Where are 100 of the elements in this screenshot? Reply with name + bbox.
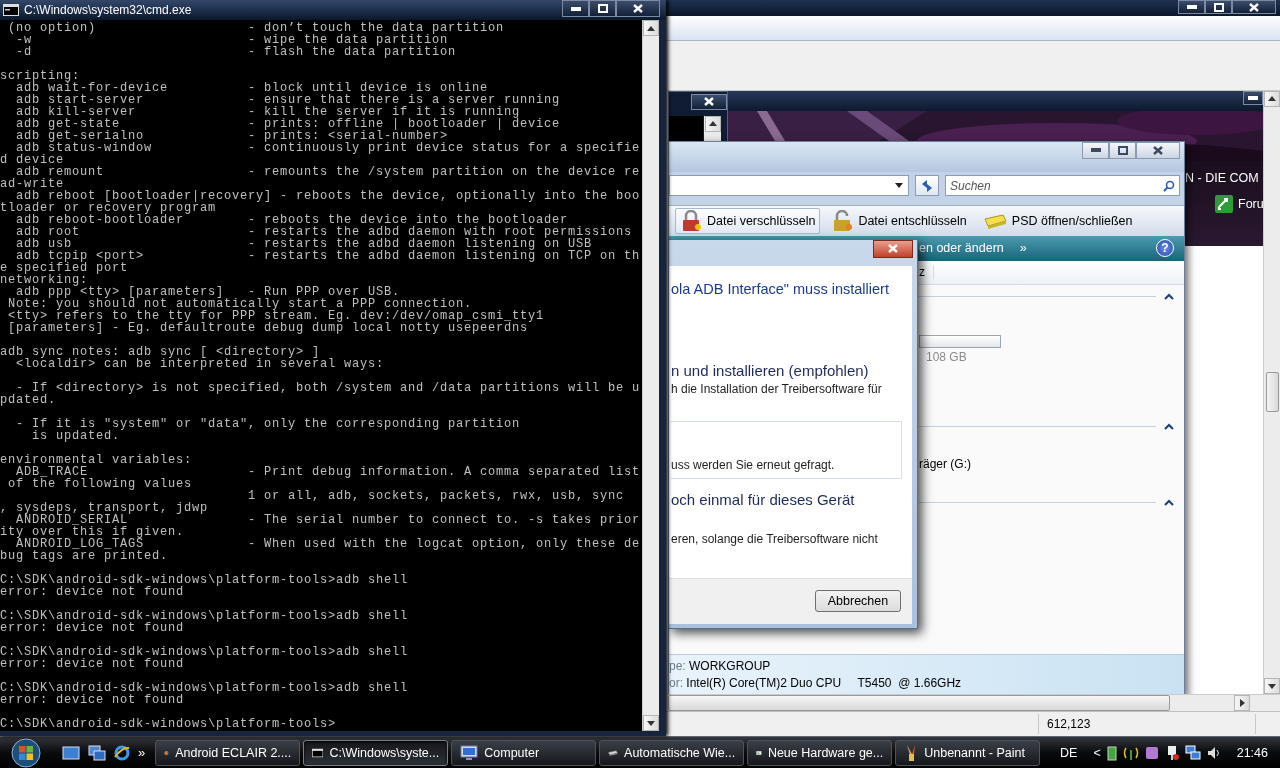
windows-orb-icon [11,737,41,768]
close-button[interactable] [1232,0,1276,14]
drive-label[interactable]: räger (G:) [919,456,1174,471]
toolbar-button[interactable]: PSD öffnen/schließen [977,207,1138,234]
detail-row-text: pe: WORKGROUP [669,659,772,674]
refresh-button[interactable] [915,175,939,197]
maximize-icon [1117,145,1128,155]
console-area [669,115,703,144]
more-button[interactable]: » [1019,241,1027,256]
taskbar-button[interactable]: Android ECLAIR 2.... [155,739,301,766]
column-header[interactable]: z [919,265,934,280]
scroll-thumb[interactable] [668,695,1170,712]
console-line: ADB_TRACE - Print debug information. A comma separated list [16,466,642,478]
console-line: adb start-server - ensure that there is a server running [15,94,562,106]
console-line: adb reboot [bootloader|recovery] - reboots the device, optionally into the boo [16,190,642,202]
language-indicator[interactable]: DE [1060,745,1078,760]
minimize-button[interactable] [1082,141,1109,159]
console-line: error: device not found [0,694,185,706]
scroll-thumb[interactable] [1265,372,1279,413]
minimize-icon [1090,148,1101,153]
console-line: - If it is "system" or "data", only the corresponding partition [15,418,522,430]
down-arrow-icon [1268,683,1276,689]
maximize-icon [597,4,608,13]
up-arrow-icon [708,121,717,127]
console-line: e specified port [0,262,129,274]
search-icon [1163,180,1175,193]
collapse-icon [1164,293,1174,301]
option-description: eren, solange die Treibersoftware nicht [671,531,879,546]
console-line: environmental variables: [0,454,194,466]
battery-icon [1106,744,1117,761]
option-box[interactable]: uss werden Sie erneut gefragt. [671,420,902,479]
console-line: ANDROID_LOG_TAGS - When used with the logcat option, only these de [16,538,642,550]
console-line: ad-write [0,178,64,190]
option-description: uss werden Sie erneut gefragt. [671,457,835,472]
maximize-button[interactable] [589,0,616,17]
scroll-down-button[interactable] [1264,678,1280,695]
search-field[interactable]: Suchen [945,175,1180,197]
cancel-button[interactable]: Abbrechen [815,590,901,613]
taskbar-button[interactable]: Neue Hardware ge... [747,739,893,766]
taskbar-button[interactable]: C:\Windows\syste... [303,739,449,766]
close-icon [704,97,714,107]
speaker-icon [1206,745,1221,760]
console-line: error: device not found [0,658,185,670]
console-line: tloader or recovery program [0,202,217,214]
window-switch-icon [88,744,106,761]
address-field[interactable] [669,175,909,197]
close-button[interactable] [1136,141,1180,159]
help-button[interactable]: ? [1156,239,1174,258]
close-button[interactable] [691,93,727,110]
close-button[interactable] [873,239,913,258]
scrollbar[interactable] [1263,90,1280,695]
tray-expand-button[interactable]: < [1093,745,1101,760]
down-arrow-icon [647,720,655,726]
console-line: [parameters] - Eg. defaultroute debug dump local notty usepeerdns [7,322,529,334]
console-line: adb usb - restarts the adbd daemon listening on USB [15,238,593,250]
collapse-icon [1164,499,1174,507]
right-arrow-icon [1239,699,1245,708]
scrollbar[interactable] [666,694,1280,712]
scroll-right-button[interactable] [1234,695,1250,712]
console-line: d device [0,154,64,166]
scroll-down-button[interactable] [643,715,659,731]
minimize-icon [1186,5,1197,9]
desktop-icon [62,744,80,761]
console-line: networking: [0,274,88,286]
command-button[interactable]: en oder ändern [919,241,1004,256]
console-line: adb reboot-bootloader - reboots the device into the bootloader [15,214,569,226]
browser-icon [114,744,130,761]
dropdown-icon [895,183,903,189]
scroll-up-button[interactable] [704,115,721,132]
console-line: ity over this if given. [0,526,186,538]
network-icon [1184,744,1201,761]
console-line: , sysdeps, transport, jdwp [0,502,210,514]
option-title[interactable]: och einmal für dieses Gerät [671,490,912,509]
minimize-button[interactable] [562,0,589,17]
scrollbar[interactable] [642,20,659,731]
close-button[interactable] [616,0,660,17]
console-icon [3,4,19,16]
page-title: N - DIE COM [1185,170,1260,185]
toolbar-button[interactable]: Datei entschlüsseln [826,207,972,234]
maximize-button[interactable] [1205,0,1232,14]
dialog-heading: ola ADB Interface" muss installiert [671,279,890,298]
console-line: adb kill-server - kill the server if it is running [15,106,521,118]
taskbar-button[interactable]: Automatische Wie... [599,739,745,766]
console-line: <localdir> can be interpreted in several ways: [15,358,386,370]
minimize-button[interactable] [1178,0,1205,14]
console-line: adb wait-for-device - block until device is online [16,82,490,94]
scroll-up-button[interactable] [643,20,659,36]
drive-icon [982,212,1007,229]
taskbar-button[interactable]: Computer [451,739,597,766]
console-icon [312,746,324,759]
maximize-button[interactable] [1109,141,1136,159]
console-line: adb tcpip <port> - restarts the adbd daemon listening on TCP on th [15,250,642,262]
capacity-text: 108 GB [925,349,968,364]
console-line: - If <directory> is not specified, both /system and /data partitions will be u [16,382,642,394]
console-line: -w - wipe the data partition [16,34,449,46]
more-button[interactable]: » [130,745,156,760]
taskbar-button[interactable]: Unbenannt - Paint [895,739,1041,766]
toolbar-button[interactable]: Datei verschlüsseln [675,207,821,234]
forum-link[interactable]: Foru [1238,196,1263,211]
option-title[interactable]: n und installieren (empfohlen) [671,361,912,380]
